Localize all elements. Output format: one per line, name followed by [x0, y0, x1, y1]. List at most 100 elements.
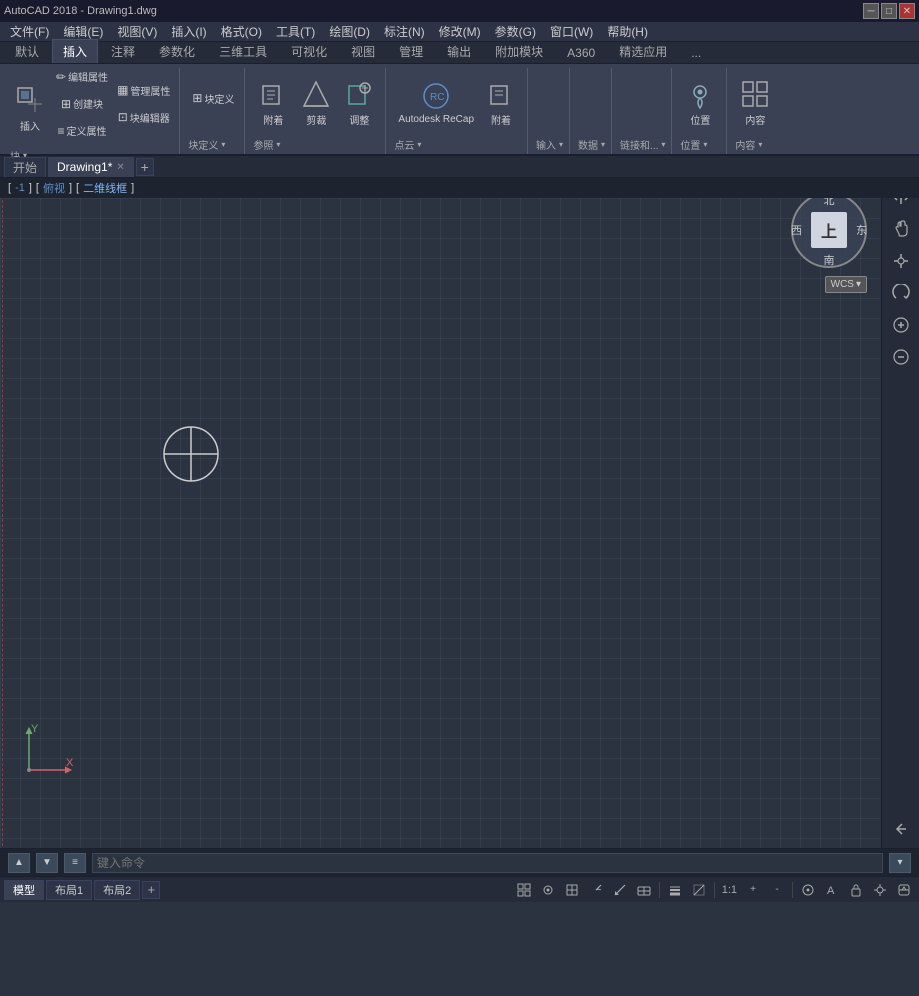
tab-featured[interactable]: 精选应用	[608, 39, 678, 63]
cmd-menu-button[interactable]: ≡	[64, 853, 86, 873]
status-tab-model[interactable]: 模型	[4, 880, 44, 900]
ribbon-tabs: 默认 插入 注释 参数化 三维工具 可视化 视图 管理 输出 附加模块 A360…	[0, 42, 919, 64]
view-bracket-close1: ]	[29, 182, 32, 194]
manage-attr-button[interactable]: ▦ 管理属性	[114, 82, 173, 108]
tab-output[interactable]: 输出	[436, 39, 482, 63]
ribbon-block-small-btns: ✏ 编辑属性 ⊞ 创建块 ≡ 定义属性	[53, 68, 111, 148]
minimize-button[interactable]: ─	[863, 3, 879, 19]
doc-tab-start[interactable]: 开始	[4, 157, 46, 177]
tab-default[interactable]: 默认	[4, 39, 50, 63]
status-lweight-icon[interactable]	[664, 880, 686, 900]
status-tab-layout2[interactable]: 布局2	[94, 880, 140, 900]
tab-visual[interactable]: 可视化	[280, 39, 338, 63]
view-label-2d[interactable]: 二维线框	[83, 180, 127, 196]
status-isnap-icon[interactable]	[609, 880, 631, 900]
manage-attr-icon: ▦	[117, 83, 128, 97]
define-attr-button[interactable]: ≡ 定义属性	[53, 122, 111, 148]
insert-icon	[14, 84, 46, 116]
ref-arrow: ▾	[276, 140, 280, 149]
coord-axes: Y X	[14, 720, 74, 783]
doc-tab-close-icon[interactable]: ✕	[116, 162, 124, 173]
status-workspace-icon[interactable]	[797, 880, 819, 900]
status-dyn-icon[interactable]	[633, 880, 655, 900]
recap-button[interactable]: RC Autodesk ReCap	[394, 74, 478, 132]
ribbon-group-data-label[interactable]: 数据 ▾	[578, 137, 605, 152]
ribbon-group-input-label[interactable]: 输入 ▾	[536, 137, 563, 152]
content-arrow: ▾	[758, 140, 762, 149]
ribbon-group-cloud: RC Autodesk ReCap 附着 点云 ▾	[388, 68, 528, 154]
status-transparency-icon[interactable]	[688, 880, 710, 900]
ribbon-group-link-label[interactable]: 链接和... ▾	[620, 137, 665, 152]
ribbon-group-content-label[interactable]: 内容 ▾	[735, 137, 775, 152]
block-def-1[interactable]: ⊞ 块定义	[188, 90, 238, 116]
ribbon-group-cloud-label[interactable]: 点云 ▾	[394, 137, 521, 152]
tab-annotate[interactable]: 注释	[100, 39, 146, 63]
content-button[interactable]: 内容	[735, 74, 775, 132]
ribbon-group-location-label[interactable]: 位置 ▾	[680, 137, 720, 152]
tab-a360[interactable]: A360	[556, 42, 606, 63]
insert-button[interactable]: 插入	[10, 79, 50, 137]
status-polar-icon[interactable]	[585, 880, 607, 900]
view-label-neg1[interactable]: -1	[15, 182, 25, 194]
rp-hand-button[interactable]	[886, 214, 916, 244]
doc-tab-drawing1[interactable]: Drawing1* ✕	[48, 157, 134, 177]
compass-ring: 北 南 西 东 上	[791, 192, 867, 268]
rp-back-button[interactable]	[886, 814, 916, 844]
cmd-expand-button[interactable]: ▾	[889, 853, 911, 873]
rp-crosshair-button[interactable]	[886, 246, 916, 276]
status-add-layout-button[interactable]: +	[142, 881, 160, 899]
tab-addons[interactable]: 附加模块	[484, 39, 554, 63]
ribbon-group-ref-label[interactable]: 参照 ▾	[253, 137, 379, 152]
cmd-prev-button[interactable]: ▲	[8, 853, 30, 873]
status-annot-icon[interactable]: A	[821, 880, 843, 900]
clip-label: 剪裁	[306, 112, 326, 127]
rp-minus-button[interactable]	[886, 342, 916, 372]
svg-text:Y: Y	[31, 723, 39, 735]
tab-param[interactable]: 参数化	[148, 39, 206, 63]
status-isol-icon[interactable]	[869, 880, 891, 900]
tab-more[interactable]: ...	[680, 42, 712, 63]
tab-view[interactable]: 视图	[340, 39, 386, 63]
rp-plus-button[interactable]	[886, 310, 916, 340]
edit-attr-button[interactable]: ✏ 编辑属性	[53, 68, 111, 94]
ribbon-group-blockdef-label[interactable]: 块定义 ▾	[188, 137, 238, 152]
blockdef1-icon: ⊞	[192, 91, 202, 105]
clip-button[interactable]: 剪裁	[296, 74, 336, 132]
tab-3d-tools[interactable]: 三维工具	[208, 39, 278, 63]
status-scale-up-button[interactable]: +	[742, 880, 764, 900]
status-lock-icon[interactable]	[845, 880, 867, 900]
ribbon-group-data-inner	[578, 68, 605, 137]
view-label-top[interactable]: 俯视	[43, 180, 65, 196]
status-divider-2	[714, 882, 715, 898]
compass-west: 西	[791, 222, 802, 238]
compass-center-button[interactable]: 上	[811, 212, 847, 248]
block-editor-button[interactable]: ⊡ 块编辑器	[114, 109, 173, 135]
attach-button[interactable]: 附着	[253, 74, 293, 132]
wcs-button[interactable]: WCS ▾	[825, 276, 867, 293]
doc-tab-add-button[interactable]: +	[136, 158, 154, 176]
attach-icon	[257, 78, 289, 110]
view-bracket-open: [	[8, 182, 11, 194]
adjust-button[interactable]: 调整	[339, 74, 379, 132]
status-perf-icon[interactable]	[893, 880, 915, 900]
main-area[interactable]: [ -1 ] [ 俯视 ] [ 二维线框 ] 北 南 西 东 上	[0, 178, 919, 848]
tab-manage[interactable]: 管理	[388, 39, 434, 63]
create-block-button[interactable]: ⊞ 创建块	[53, 95, 111, 121]
tab-insert[interactable]: 插入	[52, 39, 98, 63]
status-tab-layout1[interactable]: 布局1	[46, 880, 92, 900]
cloud-attach-button[interactable]: 附着	[481, 74, 521, 132]
close-button[interactable]: ✕	[899, 3, 915, 19]
cmd-next-button[interactable]: ▼	[36, 853, 58, 873]
rp-orbit-button[interactable]	[886, 278, 916, 308]
status-snap-icon[interactable]	[537, 880, 559, 900]
window-controls: ─ □ ✕	[863, 3, 915, 19]
restore-button[interactable]: □	[881, 3, 897, 19]
insert-label: 插入	[20, 118, 40, 133]
input-label-text: 输入	[536, 137, 556, 152]
command-input[interactable]	[92, 853, 883, 873]
status-ortho-icon[interactable]	[561, 880, 583, 900]
ribbon-group-data: 数据 ▾	[572, 68, 612, 154]
status-grid-icon[interactable]	[513, 880, 535, 900]
status-scale-down-button[interactable]: -	[766, 880, 788, 900]
location-button[interactable]: 位置	[680, 74, 720, 132]
